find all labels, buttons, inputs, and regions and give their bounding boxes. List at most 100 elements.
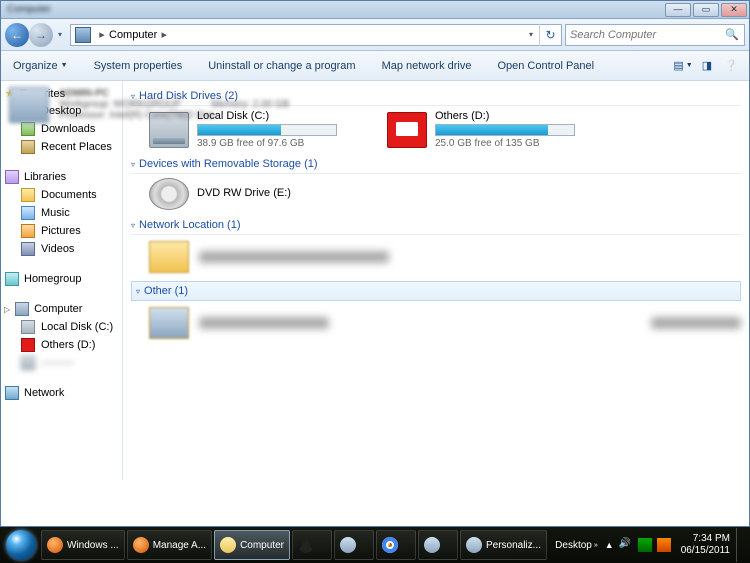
- show-desktop-button[interactable]: [736, 528, 748, 562]
- explorer-icon: [220, 537, 236, 553]
- network-tray-icon[interactable]: [638, 538, 652, 552]
- map-network-drive-button[interactable]: Map network drive: [376, 58, 478, 74]
- drive-others-d[interactable]: Others (D:) 25.0 GB free of 135 GB: [387, 110, 607, 149]
- firefox-icon: [47, 537, 63, 553]
- breadcrumb-computer[interactable]: Computer: [109, 29, 157, 41]
- organize-menu[interactable]: Organize▼: [7, 58, 74, 74]
- taskbar-item-chrome[interactable]: [376, 530, 416, 560]
- videos-icon: [21, 242, 35, 256]
- dvd-icon: [149, 178, 189, 210]
- main-area: ★Favorites Desktop Downloads Recent Plac…: [1, 81, 749, 480]
- uninstall-program-button[interactable]: Uninstall or change a program: [202, 58, 361, 74]
- preview-pane-button[interactable]: ◨: [695, 55, 719, 77]
- taskbar-item-winamp[interactable]: [292, 530, 332, 560]
- sidebar-item-recent[interactable]: Recent Places: [3, 138, 120, 156]
- close-button[interactable]: ✕: [721, 3, 747, 17]
- hard-disk-icon: [387, 112, 427, 148]
- computer-group[interactable]: ▷Computer: [3, 300, 120, 318]
- recent-icon: [21, 140, 35, 154]
- disk-icon: [21, 320, 35, 334]
- help-button[interactable]: ❔: [719, 55, 743, 77]
- drive-label: DVD RW Drive (E:): [197, 187, 369, 201]
- drive-free-text: 25.0 GB free of 135 GB: [435, 136, 607, 149]
- nav-bar: ← → ▾ ▸ Computer ▸ ▾ ↻ 🔍: [1, 19, 749, 51]
- content-pane: ▿Hard Disk Drives (2) Local Disk (C:) 38…: [123, 81, 749, 480]
- taskbar-item-manage[interactable]: Manage A...: [127, 530, 212, 560]
- network-icon: [5, 386, 19, 400]
- disk-icon: [21, 356, 35, 370]
- downloads-icon: [21, 122, 35, 136]
- address-bar[interactable]: ▸ Computer ▸ ▾ ↻: [70, 24, 562, 46]
- sidebar-item-hidden[interactable]: ———: [3, 354, 120, 372]
- capacity-bar: [197, 124, 337, 136]
- sidebar-item-local-c[interactable]: Local Disk (C:): [3, 318, 120, 336]
- network-group[interactable]: Network: [3, 384, 120, 402]
- computer-icon: [75, 27, 91, 43]
- explorer-window: Computer — ▭ ✕ ← → ▾ ▸ Computer ▸ ▾ ↻ 🔍 …: [0, 0, 750, 527]
- title-bar: Computer — ▭ ✕: [1, 1, 749, 19]
- sidebar-item-downloads[interactable]: Downloads: [3, 120, 120, 138]
- details-text: ADMIN-PC Workgroup: WORKGROUP Memory: 2.…: [59, 88, 289, 121]
- start-orb-icon: [6, 530, 36, 560]
- breadcrumb-chevron[interactable]: ▸: [157, 28, 171, 41]
- sidebar-item-videos[interactable]: Videos: [3, 240, 120, 258]
- sidebar-item-others-d[interactable]: Others (D:): [3, 336, 120, 354]
- desktop-toolbar[interactable]: Desktop»: [552, 540, 601, 551]
- window-title: Computer: [3, 4, 663, 15]
- group-network-location[interactable]: ▿Network Location (1): [131, 216, 741, 234]
- documents-icon: [21, 188, 35, 202]
- libraries-group[interactable]: Libraries: [3, 168, 120, 186]
- drive-free-text: 38.9 GB free of 97.6 GB: [197, 136, 369, 149]
- device-icon: [149, 307, 189, 339]
- open-control-panel-button[interactable]: Open Control Panel: [491, 58, 600, 74]
- address-dropdown[interactable]: ▾: [523, 30, 539, 39]
- winamp-icon: [298, 537, 314, 553]
- taskbar-item-app2[interactable]: [418, 530, 458, 560]
- homegroup-group[interactable]: Homegroup: [3, 270, 120, 288]
- homegroup-icon: [5, 272, 19, 286]
- drive-dvd-e[interactable]: DVD RW Drive (E:): [149, 178, 369, 210]
- view-options-button[interactable]: ▤▼: [671, 55, 695, 77]
- computer-icon: [15, 302, 29, 316]
- capacity-bar: [435, 124, 575, 136]
- maximize-button[interactable]: ▭: [693, 3, 719, 17]
- sidebar-item-music[interactable]: Music: [3, 204, 120, 222]
- back-button[interactable]: ←: [5, 23, 29, 47]
- taskbar-item-personalize[interactable]: Personaliz...: [460, 530, 547, 560]
- action-center-icon[interactable]: [657, 538, 671, 552]
- forward-button[interactable]: →: [29, 23, 53, 47]
- volume-icon[interactable]: 🔊: [619, 538, 633, 552]
- chrome-icon: [382, 537, 398, 553]
- taskbar-clock[interactable]: 7:34 PM 06/15/2011: [675, 533, 736, 557]
- libraries-icon: [5, 170, 19, 184]
- system-tray[interactable]: ▲ 🔊: [601, 538, 675, 552]
- sidebar-item-pictures[interactable]: Pictures: [3, 222, 120, 240]
- taskbar-item-app[interactable]: [334, 530, 374, 560]
- system-properties-button[interactable]: System properties: [88, 58, 189, 74]
- taskbar-item-windows[interactable]: Windows ...: [41, 530, 125, 560]
- tray-overflow-icon[interactable]: ▲: [605, 540, 614, 550]
- disk-icon: [21, 338, 35, 352]
- group-other[interactable]: ▿Other (1): [131, 281, 741, 301]
- app-icon: [340, 537, 356, 553]
- refresh-button[interactable]: ↻: [539, 24, 561, 46]
- breadcrumb-chevron[interactable]: ▸: [95, 28, 109, 41]
- other-item[interactable]: [149, 305, 741, 341]
- folder-icon: [149, 241, 189, 273]
- taskbar-item-computer[interactable]: Computer: [214, 530, 290, 560]
- search-box[interactable]: 🔍: [565, 24, 745, 46]
- navigation-pane: ★Favorites Desktop Downloads Recent Plac…: [1, 81, 123, 480]
- pictures-icon: [21, 224, 35, 238]
- command-bar: Organize▼ System properties Uninstall or…: [1, 51, 749, 81]
- minimize-button[interactable]: —: [665, 3, 691, 17]
- music-icon: [21, 206, 35, 220]
- search-input[interactable]: [566, 29, 720, 41]
- firefox-icon: [133, 537, 149, 553]
- group-removable-storage[interactable]: ▿Devices with Removable Storage (1): [131, 155, 741, 173]
- network-location-item[interactable]: [149, 239, 389, 275]
- sidebar-item-documents[interactable]: Documents: [3, 186, 120, 204]
- computer-icon: [9, 87, 49, 123]
- drive-label: Others (D:): [435, 110, 607, 124]
- start-button[interactable]: [2, 528, 40, 562]
- nav-history-dropdown[interactable]: ▾: [53, 25, 67, 45]
